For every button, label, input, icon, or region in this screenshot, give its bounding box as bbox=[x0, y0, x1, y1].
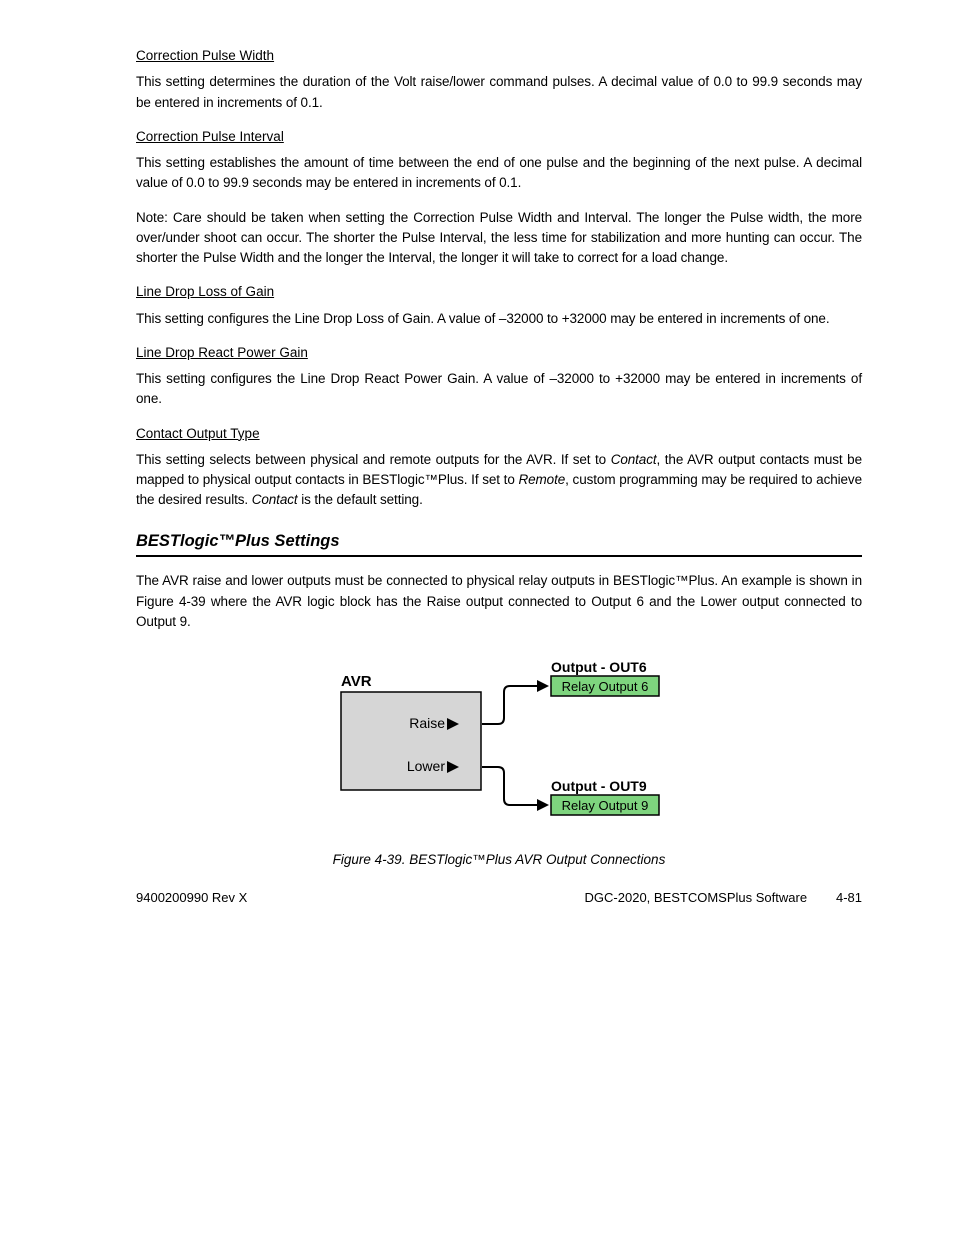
react-power-body: This setting configures the Line Drop Re… bbox=[136, 369, 862, 410]
section-rule bbox=[136, 555, 862, 557]
wire-raise bbox=[482, 686, 537, 724]
pulse-note-body: Note: Care should be taken when setting … bbox=[136, 208, 862, 269]
out9-title: Output - OUT9 bbox=[551, 778, 647, 794]
pulse-interval-heading: Correction Pulse Interval bbox=[136, 127, 862, 147]
avr-label: AVR bbox=[341, 673, 372, 690]
contact-output-body: This setting selects between physical an… bbox=[136, 450, 862, 511]
pulse-width-body: This setting determines the duration of … bbox=[136, 72, 862, 113]
react-power-heading: Line Drop React Power Gain bbox=[136, 343, 862, 363]
pulse-width-heading: Correction Pulse Width bbox=[136, 46, 862, 66]
wire-lower bbox=[482, 767, 537, 805]
bestlogic-body: The AVR raise and lower outputs must be … bbox=[136, 571, 862, 632]
arrowhead-icon bbox=[537, 680, 549, 692]
loss-gain-heading: Line Drop Loss of Gain bbox=[136, 282, 862, 302]
avr-block bbox=[341, 692, 481, 790]
page-footer: 9400200990 Rev X DGC-2020, BESTCOMSPlus … bbox=[136, 888, 862, 908]
raise-label: Raise bbox=[409, 715, 445, 731]
out6-title: Output - OUT6 bbox=[551, 659, 647, 675]
contact-output-heading: Contact Output Type bbox=[136, 424, 862, 444]
out9-relay-label: Relay Output 9 bbox=[562, 798, 649, 813]
lower-label: Lower bbox=[407, 758, 445, 774]
pulse-interval-body: This setting establishes the amount of t… bbox=[136, 153, 862, 194]
footer-right: DGC-2020, BESTCOMSPlus Software 4-81 bbox=[585, 888, 862, 908]
footer-left: 9400200990 Rev X bbox=[136, 888, 247, 908]
avr-diagram: AVR Raise Lower Output - OUT6 Relay Outp… bbox=[136, 656, 862, 836]
bestlogic-title: BESTlogic™Plus Settings bbox=[136, 529, 862, 554]
figure-caption: Figure 4-39. BESTlogic™Plus AVR Output C… bbox=[136, 850, 862, 870]
out6-relay-label: Relay Output 6 bbox=[562, 679, 649, 694]
arrowhead-icon bbox=[537, 799, 549, 811]
loss-gain-body: This setting configures the Line Drop Lo… bbox=[136, 309, 862, 329]
